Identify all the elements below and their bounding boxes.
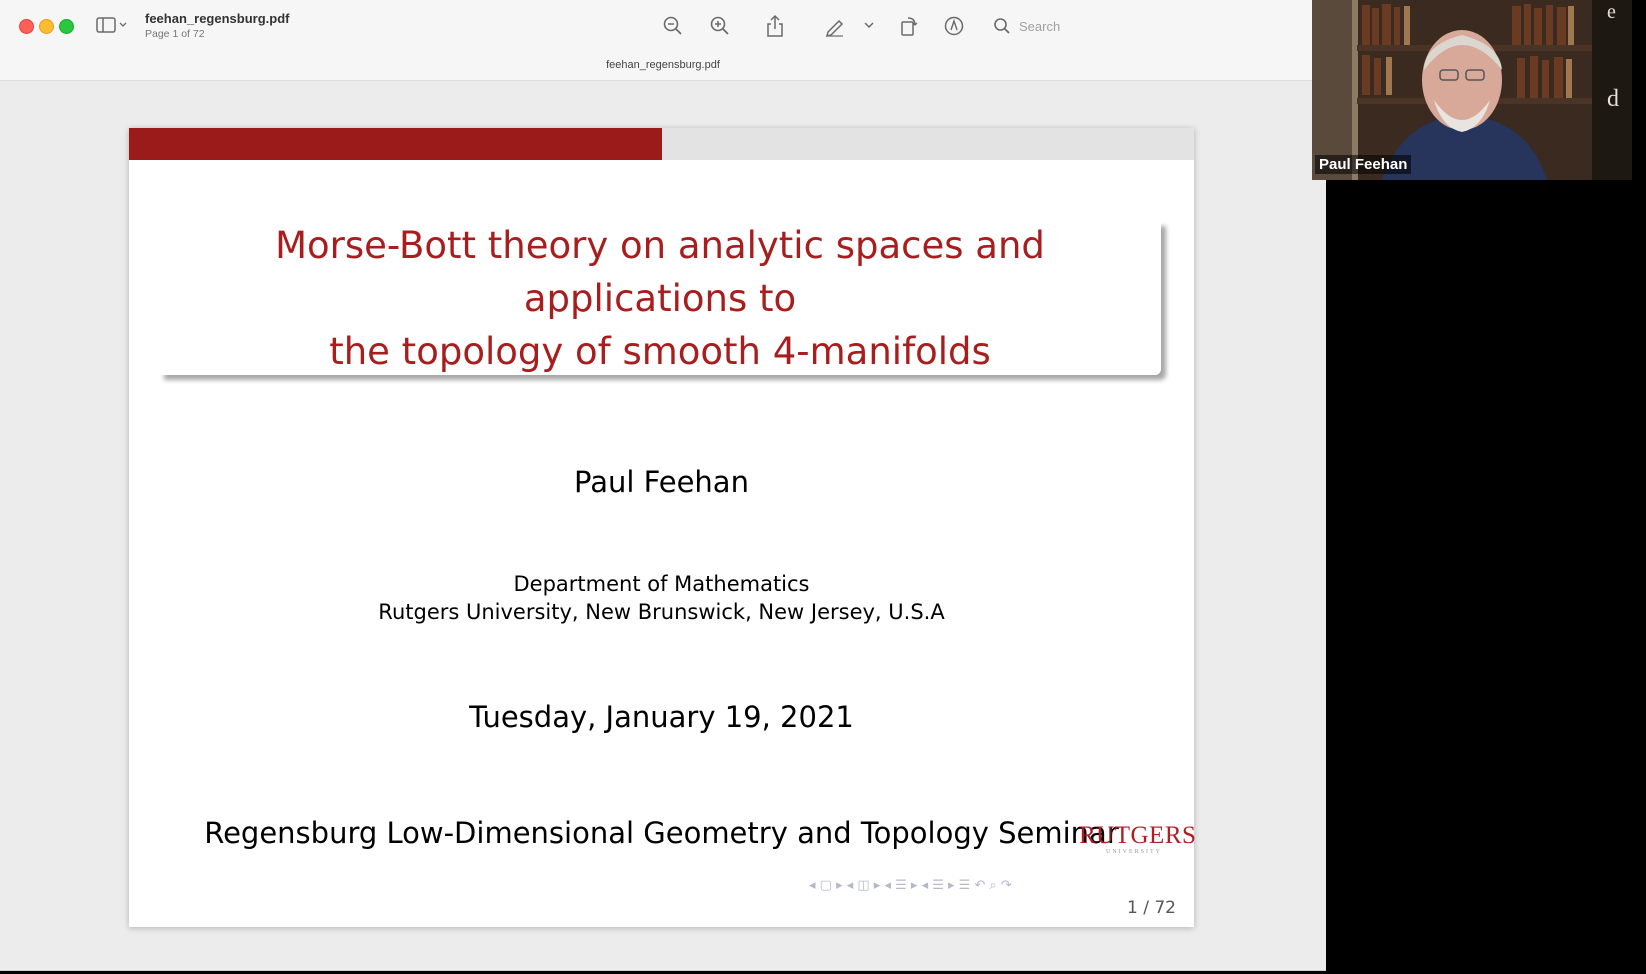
slide-header-bar [129,128,662,160]
svg-text:d: d [1607,86,1619,112]
slide-header-bar-light [662,128,1194,160]
search-icon [994,18,1010,34]
slide-title-box: Morse-Bott theory on analytic spaces and… [159,221,1161,375]
share-button[interactable] [762,12,788,40]
rutgers-logo-text: RUTGERS [1079,822,1197,849]
rutgers-logo-subtext: UNIVERSITY [1106,849,1162,855]
participant-video-tile[interactable]: e d Paul Feehan [1312,0,1632,180]
zoom-in-icon [710,16,729,35]
slide-author: Paul Feehan [574,465,749,499]
slide-title-line-1: Morse-Bott theory on analytic spaces and… [275,223,1045,320]
maximize-window-button[interactable] [59,19,74,34]
slide-title-line-2: the topology of smooth 4-manifolds [329,329,991,373]
page-count-label: Page 1 of 72 [145,28,205,40]
slide-page-number: 1 / 72 [1127,898,1176,918]
share-icon [767,14,783,37]
pdf-viewer-window: feehan_regensburg.pdf Page 1 of 72 Searc… [0,0,1326,971]
annotate-icon [944,16,964,36]
markup-pen-icon [825,19,844,37]
sidebar-toggle-button[interactable] [95,14,131,36]
minimize-window-button[interactable] [39,19,54,34]
slide-date: Tuesday, January 19, 2021 [469,700,854,734]
participant-name-label: Paul Feehan [1315,155,1412,174]
zoom-in-button[interactable] [707,13,733,39]
slide-institution: Rutgers University, New Brunswick, New J… [378,600,945,624]
slide-title: Morse-Bott theory on analytic spaces and… [159,219,1161,378]
chevron-down-icon [864,22,874,29]
participant-video-frame: e d [1312,0,1632,180]
beamer-navigation-symbols[interactable]: ◂ ▢ ▸ ◂ ◫ ▸ ◂ ☰ ▸ ◂ ☰ ▸ ☰ ↶ ⌕ ↷ [809,878,1189,898]
annotate-button[interactable] [941,13,967,39]
rotate-icon [901,17,918,36]
svg-text:e: e [1607,1,1616,23]
close-window-button[interactable] [19,19,34,34]
sidebar-icon [96,17,127,33]
search-input[interactable] [1017,17,1281,35]
zoom-out-icon [663,16,682,35]
rotate-button[interactable] [896,13,922,39]
tab-title: feehan_regensburg.pdf [606,59,720,71]
rutgers-logo: RUTGERS UNIVERSITY [1079,822,1197,856]
slide-affiliation: Department of Mathematics Rutgers Univer… [129,570,1194,626]
pdf-page[interactable]: Morse-Bott theory on analytic spaces and… [129,128,1197,927]
slide-department: Department of Mathematics [513,572,810,596]
search-field[interactable] [993,12,1318,40]
markup-button[interactable] [822,13,848,39]
markup-options-button[interactable] [862,18,876,32]
slide-seminar: Regensburg Low-Dimensional Geometry and … [204,816,1119,850]
document-title: feehan_regensburg.pdf [145,11,290,26]
zoom-out-button[interactable] [660,13,686,39]
titlebar: feehan_regensburg.pdf Page 1 of 72 Searc… [0,0,1326,81]
